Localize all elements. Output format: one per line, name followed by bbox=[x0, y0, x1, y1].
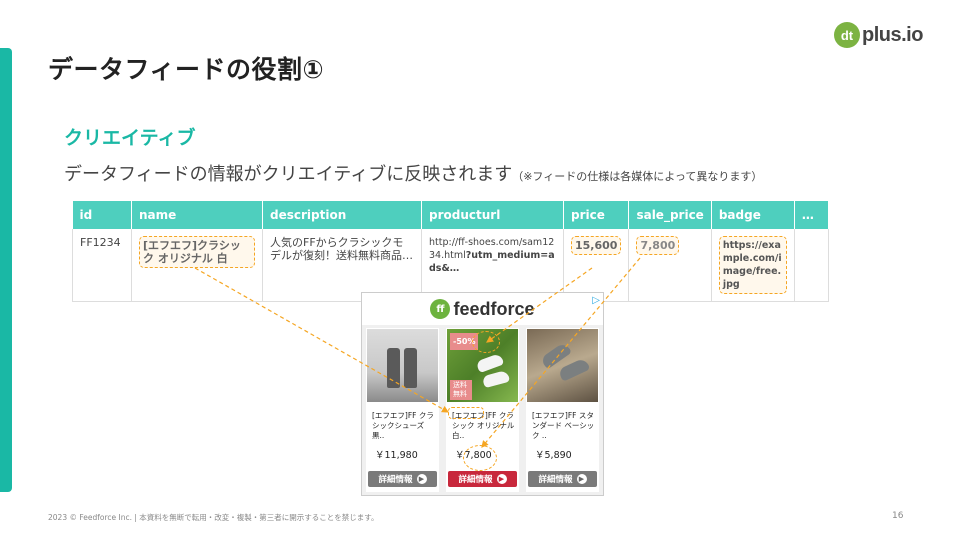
col-badge: badge bbox=[711, 201, 795, 229]
col-sale-price: sale_price bbox=[628, 201, 712, 229]
page-number: 16 bbox=[892, 511, 904, 521]
feed-row: FF1234 [エフエフ]クラシック オリジナル 白 人気のFFからクラシックモ… bbox=[72, 229, 829, 302]
sale-price-highlight: 7,800 bbox=[636, 236, 680, 255]
logo-mark: dt bbox=[834, 22, 860, 48]
dtplus-logo: dt plus.io bbox=[834, 22, 923, 48]
ad-card[interactable]: [エフエフ]FF クラシックシューズ 黒.. ￥11,980 詳細情報 ▶ bbox=[366, 328, 439, 492]
cell-id: FF1234 bbox=[72, 229, 132, 302]
cell-producturl: http://ff-shoes.com/sam1234.html?utm_med… bbox=[421, 229, 564, 302]
card-name: [エフエフ]FF スタンダード ベーシック .. bbox=[532, 411, 595, 440]
price-highlight: 15,600 bbox=[571, 236, 622, 255]
section-title: クリエイティブ bbox=[64, 127, 196, 149]
boots-image bbox=[367, 329, 438, 402]
details-button[interactable]: 詳細情報 ▶ bbox=[448, 471, 517, 487]
cell-price: 15,600 bbox=[563, 229, 630, 302]
logo-text: plus.io bbox=[862, 23, 923, 46]
cell-badge: https://example.com/image/free.jpg bbox=[711, 229, 795, 302]
cell-sale-price: 7,800 bbox=[628, 229, 712, 302]
col-producturl: producturl bbox=[421, 201, 564, 229]
arrow-right-icon: ▶ bbox=[496, 474, 507, 484]
price-highlight-circle bbox=[463, 445, 497, 471]
cell-description: 人気のFFからクラシックモデルが復刻！送料無料商品… bbox=[262, 229, 422, 302]
lead-note: （※フィードの仕様は各媒体によって異なります） bbox=[512, 170, 763, 183]
free-shipping-badge: 送料無料 bbox=[450, 380, 472, 400]
cell-more bbox=[794, 229, 829, 302]
col-description: description bbox=[262, 201, 422, 229]
footer-copyright: 2023 © Feedforce Inc. | 本資料を無断で転用・改変・複製・… bbox=[48, 513, 379, 522]
slide-title: データフィードの役割① bbox=[48, 55, 325, 84]
card-price: ￥5,890 bbox=[535, 450, 572, 461]
lead-main: データフィードの情報がクリエイティブに反映されます bbox=[64, 164, 513, 185]
accent-bar bbox=[0, 48, 12, 492]
col-id: id bbox=[72, 201, 132, 229]
feedforce-logo-text: feedforce bbox=[453, 298, 535, 319]
col-price: price bbox=[563, 201, 630, 229]
col-name: name bbox=[131, 201, 263, 229]
col-more: … bbox=[794, 201, 829, 229]
badge-highlight-circle bbox=[472, 331, 500, 353]
arrow-right-icon: ▶ bbox=[416, 474, 427, 484]
name-highlight: [エフエフ]クラシック オリジナル 白 bbox=[139, 236, 255, 268]
feedforce-logo-mark: ff bbox=[430, 299, 451, 319]
cell-name: [エフエフ]クラシック オリジナル 白 bbox=[131, 229, 263, 302]
details-button[interactable]: 詳細情報 ▶ bbox=[528, 471, 597, 487]
feed-table: id name description producturl price sal… bbox=[72, 201, 829, 302]
ad-card[interactable]: [エフエフ]FF スタンダード ベーシック .. ￥5,890 詳細情報 ▶ bbox=[526, 328, 599, 492]
adchoices-icon[interactable]: ▷ bbox=[592, 295, 600, 306]
ad-header: ff feedforce ▷ bbox=[362, 293, 603, 325]
feed-header-row: id name description producturl price sal… bbox=[72, 201, 829, 229]
lead-text: データフィードの情報がクリエイティブに反映されます（※フィードの仕様は各媒体によ… bbox=[64, 160, 762, 186]
badge-highlight: https://example.com/image/free.jpg bbox=[718, 236, 787, 294]
name-highlight-rect bbox=[448, 407, 484, 419]
card-price: ￥11,980 bbox=[375, 450, 418, 461]
loafers-image bbox=[527, 329, 598, 402]
details-button[interactable]: 詳細情報 ▶ bbox=[368, 471, 437, 487]
card-name: [エフエフ]FF クラシックシューズ 黒.. bbox=[372, 411, 434, 440]
arrow-right-icon: ▶ bbox=[576, 474, 587, 484]
